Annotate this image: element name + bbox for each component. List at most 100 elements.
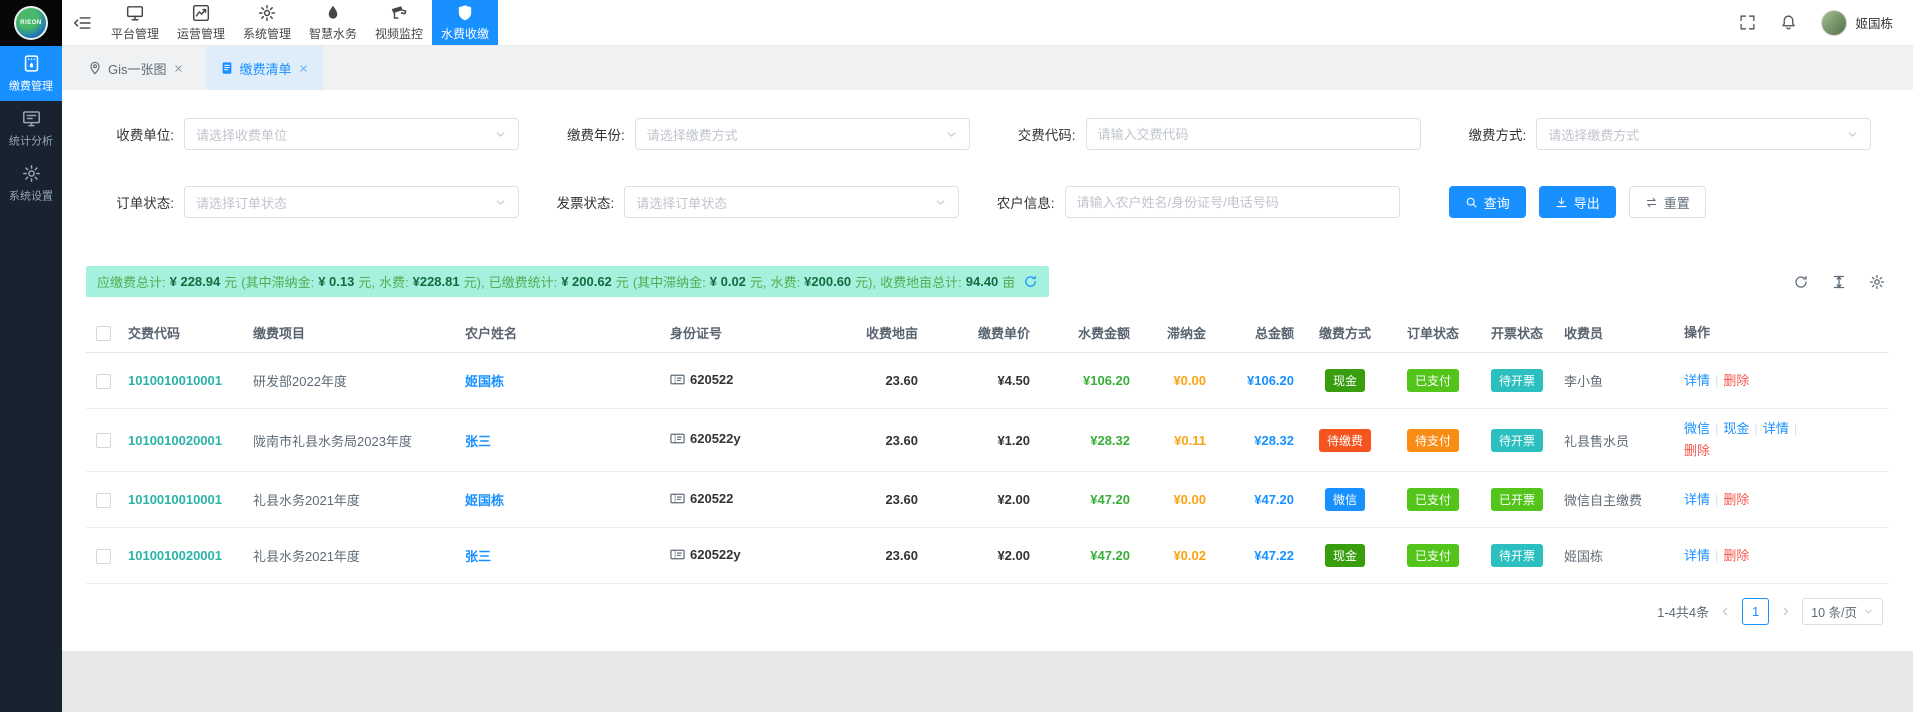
topnav-item[interactable]: 系统管理 [234,0,300,45]
unit-price-cell: ¥2.00 [928,492,1040,507]
checkbox-cell [86,372,128,388]
chevron-down-icon [494,128,507,141]
operation-link[interactable]: 详情 [1684,492,1710,507]
farmer-cell: 张三 [465,546,670,565]
filter-select[interactable]: 请选择缴费方式 [1536,118,1871,150]
unit-price-cell: ¥4.50 [928,373,1040,388]
tab-label: 缴费清单 [240,59,292,78]
prev-page-icon[interactable] [1719,605,1732,618]
filter-input[interactable] [1077,195,1388,210]
row-checkbox[interactable] [96,493,111,508]
op-separator: | [1794,421,1797,436]
filter-select-placeholder: 请选择订单状态 [636,193,934,212]
operation-link[interactable]: 现金 [1723,421,1749,436]
topnav-item[interactable]: 水费收缴 [432,0,498,45]
reset-button[interactable]: 重置 [1629,186,1706,218]
operations-cell: 详情 | 删除 [1684,370,1834,392]
bell-icon[interactable] [1780,14,1797,31]
row-checkbox[interactable] [96,374,111,389]
delete-link[interactable]: 删除 [1723,373,1749,388]
pay-method-badge: 微信 [1325,488,1365,511]
total-amount-cell: ¥47.20 [1216,492,1304,507]
operation-link[interactable]: 详情 [1684,548,1710,563]
payment-code: 1010010010001 [128,492,222,507]
avatar [1821,10,1847,36]
operation-link[interactable]: 详情 [1684,373,1710,388]
export-button[interactable]: 导出 [1539,186,1616,218]
project-cell: 礼县水务2021年度 [253,546,465,565]
order-status-badge: 已支付 [1407,369,1459,392]
total-amount-cell: ¥28.32 [1216,433,1304,448]
total-amount-cell: ¥106.20 [1216,373,1304,388]
column-header: 交费代码 [128,323,253,342]
payment-code-cell: 1010010020001 [128,433,253,448]
close-icon[interactable] [173,63,184,74]
farmer-name-link[interactable]: 张三 [465,549,491,564]
pay-method-badge: 待缴费 [1319,429,1371,452]
user-menu[interactable]: 姬国栋 [1821,10,1893,36]
summary-label: 水费: [771,272,801,291]
page-number-button[interactable]: 1 [1742,598,1769,625]
search-icon [1465,196,1478,209]
column-header: 收费地亩 [838,323,928,342]
op-separator: | [1715,373,1718,388]
row-checkbox[interactable] [96,549,111,564]
summary-label: 应缴费总计: [97,272,166,291]
swap-icon [1645,196,1658,209]
tab[interactable]: Gis一张图 [74,46,198,90]
invoice-status-badge: 已开票 [1491,488,1543,511]
sidebar-item[interactable]: 缴费管理 [0,46,62,101]
select-all-checkbox[interactable] [96,326,111,341]
page-size-value: 10 条/页 [1811,602,1857,621]
filter-field: 交费代码: [988,118,1439,150]
tab[interactable]: 缴费清单 [206,46,323,90]
page-size-select[interactable]: 10 条/页 [1802,598,1883,625]
topnav-item[interactable]: 智慧水务 [300,0,366,45]
project-cell: 陇南市礼县水务局2023年度 [253,431,465,450]
topnav-item[interactable]: 视频监控 [366,0,432,45]
farmer-name-link[interactable]: 姬国栋 [465,374,504,389]
filter-select[interactable]: 请选择缴费方式 [635,118,970,150]
chevron-down-icon [1863,606,1874,617]
operation-link[interactable]: 微信 [1684,421,1710,436]
filter-select[interactable]: 请选择订单状态 [184,186,519,218]
farmer-name-link[interactable]: 姬国栋 [465,493,504,508]
settings-icon[interactable] [1869,274,1885,290]
refresh-icon[interactable] [1793,274,1809,290]
sidebar-item[interactable]: 系统设置 [0,156,62,211]
header-checkbox-cell [86,324,128,340]
area-cell: 23.60 [838,373,928,388]
id-number: 620522 [690,372,733,387]
button-label: 导出 [1574,193,1600,212]
delete-link[interactable]: 删除 [1723,548,1749,563]
delete-link[interactable]: 删除 [1723,492,1749,507]
filter-label: 缴费方式: [1438,124,1526,144]
delete-link[interactable]: 删除 [1684,443,1710,458]
fullscreen-icon[interactable] [1739,14,1756,31]
top-nav: 平台管理 运营管理 系统管理 智慧水务 视频监控 水费收缴 [102,0,498,45]
pagination-total: 1-4共4条 [1657,602,1709,621]
collector-cell: 姬国栋 [1564,546,1684,565]
summary-value: ¥ 228.94 [170,274,221,289]
filter-select[interactable]: 请选择订单状态 [624,186,959,218]
sidebar: 缴费管理 统计分析 系统设置 [0,46,62,712]
search-button[interactable]: 查询 [1449,186,1526,218]
tab-bar: Gis一张图 缴费清单 [62,46,1913,90]
area-cell: 23.60 [838,548,928,563]
next-page-icon[interactable] [1779,605,1792,618]
close-icon[interactable] [298,63,309,74]
sidebar-toggle-button[interactable] [62,0,102,45]
filter-select[interactable]: 请选择收费单位 [184,118,519,150]
filter-input[interactable] [1098,127,1409,142]
refresh-icon[interactable] [1023,274,1038,289]
topnav-item[interactable]: 平台管理 [102,0,168,45]
sidebar-item[interactable]: 统计分析 [0,101,62,156]
column-height-icon[interactable] [1831,274,1847,290]
operation-link[interactable]: 详情 [1763,421,1789,436]
row-checkbox[interactable] [96,433,111,448]
farmer-name-link[interactable]: 张三 [465,434,491,449]
topnav-item[interactable]: 运营管理 [168,0,234,45]
column-header: 总金额 [1216,323,1304,342]
order-status-badge: 已支付 [1407,544,1459,567]
filter-select-placeholder: 请选择收费单位 [196,125,494,144]
